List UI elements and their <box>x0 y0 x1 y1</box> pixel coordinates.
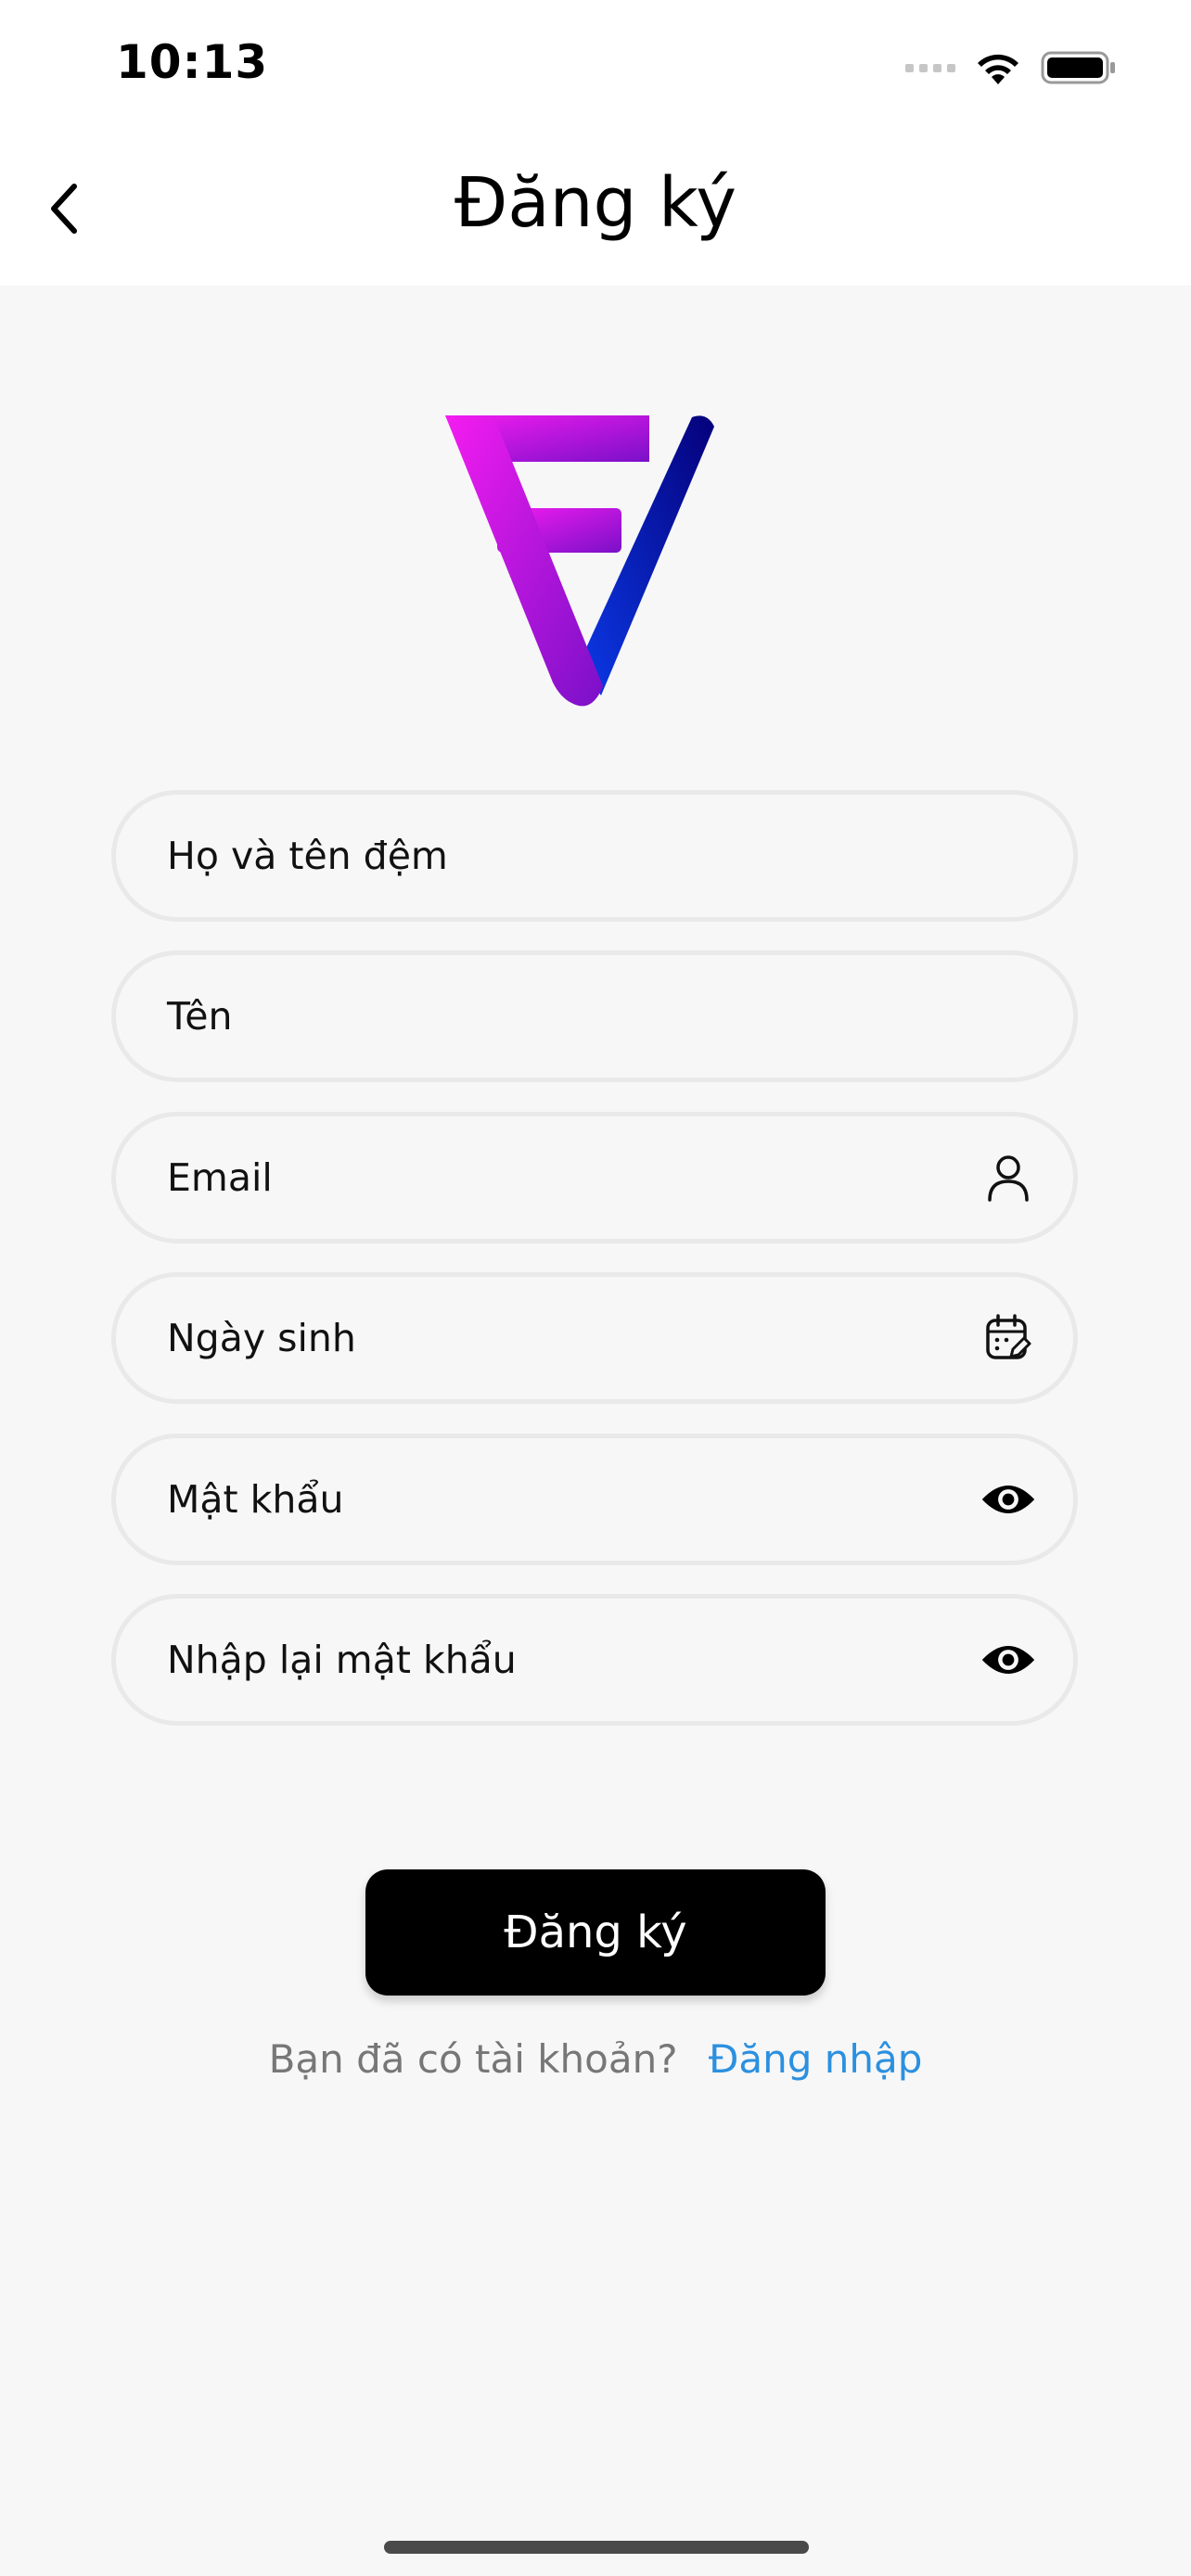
page-title: Đăng ký <box>454 163 737 243</box>
register-button[interactable]: Đăng ký <box>365 1869 826 1996</box>
calendar-edit-icon[interactable] <box>980 1310 1036 1366</box>
email-label: Email <box>167 1155 273 1200</box>
app-logo <box>443 408 748 714</box>
birthdate-field[interactable]: Ngày sinh <box>111 1272 1078 1404</box>
confirm-password-label: Nhập lại mật khẩu <box>167 1638 517 1682</box>
eye-icon[interactable] <box>980 1472 1036 1527</box>
password-field[interactable]: Mật khẩu <box>111 1434 1078 1565</box>
middle-name-field[interactable]: Họ và tên đệm <box>111 790 1078 922</box>
status-time: 10:13 <box>116 35 269 89</box>
confirm-password-field[interactable]: Nhập lại mật khẩu <box>111 1594 1078 1726</box>
login-link[interactable]: Đăng nhập <box>709 2036 923 2082</box>
person-icon <box>980 1150 1036 1205</box>
first-name-field[interactable]: Tên <box>111 950 1078 1082</box>
middle-name-label: Họ và tên đệm <box>167 834 448 878</box>
top-bar: 10:13 Đăng ký <box>0 0 1191 286</box>
home-indicator[interactable] <box>384 2541 809 2554</box>
login-prompt: Bạn đã có tài khoản? Đăng nhập <box>0 2036 1191 2082</box>
email-field[interactable]: Email <box>111 1112 1078 1243</box>
password-label: Mật khẩu <box>167 1477 344 1522</box>
first-name-label: Tên <box>167 994 233 1039</box>
status-icons <box>905 45 1117 91</box>
battery-icon <box>1041 51 1115 84</box>
wifi-icon <box>978 54 1018 84</box>
cellular-signal-icon <box>905 63 955 72</box>
eye-icon[interactable] <box>980 1632 1036 1688</box>
login-question-text: Bạn đã có tài khoản? <box>268 2036 678 2082</box>
birthdate-label: Ngày sinh <box>167 1316 356 1360</box>
